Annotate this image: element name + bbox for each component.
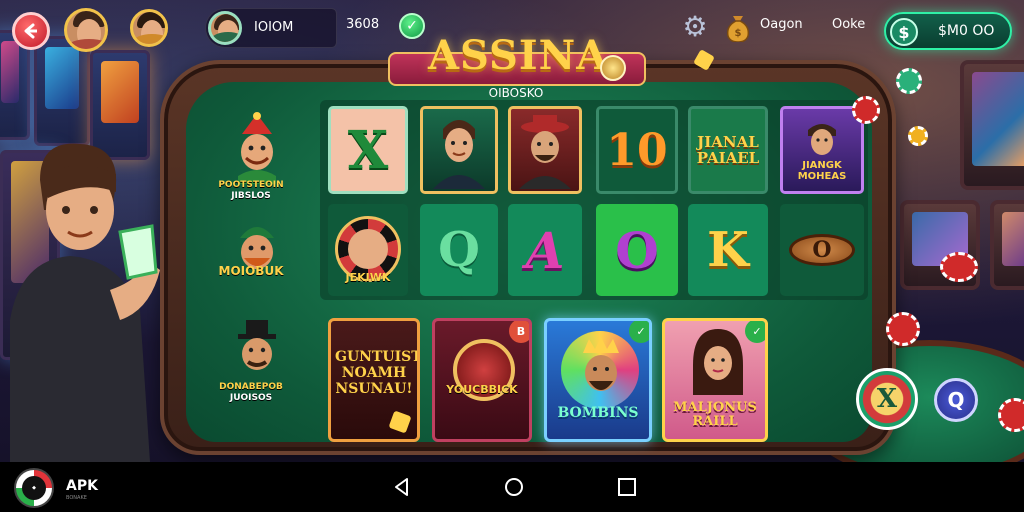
money-bag-icon[interactable]: $ — [724, 10, 752, 42]
poker-chip-icon — [852, 96, 880, 124]
back-arrow-icon — [24, 23, 37, 39]
badge-icon: ✓ — [745, 321, 765, 343]
avatar[interactable] — [130, 9, 168, 47]
poker-chip-icon — [998, 398, 1024, 432]
avatar — [208, 11, 242, 45]
character-sublabel: JUOISOS — [229, 393, 273, 403]
reel-tile-portrait[interactable] — [420, 106, 498, 194]
apk-logo-icon: ◆ — [14, 468, 54, 508]
arcade-machine — [960, 60, 1024, 190]
reel-tile[interactable]: Q — [420, 204, 498, 296]
reel-tile-roulette[interactable]: JEKIWK — [328, 204, 408, 296]
stats-label[interactable]: Ooke — [832, 17, 865, 32]
balance-button[interactable]: $ $M0 OO — [884, 12, 1012, 50]
reel-tile[interactable]: O — [780, 204, 864, 296]
brand-text: APK — [66, 478, 98, 494]
android-nav-bar: ◆ APK BONAKE — [0, 462, 1024, 512]
poker-chip-icon — [886, 312, 920, 346]
nav-recents-icon[interactable] — [615, 475, 639, 499]
back-button[interactable] — [12, 12, 50, 50]
character-jester[interactable] — [222, 112, 292, 184]
gear-icon[interactable]: ⚙ — [680, 12, 710, 42]
game-card-youcbbick[interactable]: YOUCBBICK B — [432, 318, 532, 442]
game-scene: ASSINA OIBOSKO POOTSTEOIN JIBSLOS MOIOBU… — [0, 0, 1024, 462]
top-bar: IOIOM 3608 ✓ ⚙ $ Oagon Ooke $ $M0 OO — [0, 0, 1024, 60]
roulette-chip-q[interactable]: Q — [934, 378, 978, 422]
bonus-label[interactable]: Oagon — [760, 17, 803, 32]
character-sublabel: JIBSLOS — [231, 191, 271, 201]
badge-icon: B — [509, 321, 529, 343]
reel-tile[interactable]: X — [328, 106, 408, 194]
character-label: DONABEPOB — [219, 382, 283, 392]
player-name: IOIOM — [254, 20, 294, 35]
game-card-bombins[interactable]: BOMBINS ✓ — [544, 318, 652, 442]
boy-character — [10, 143, 160, 462]
reel-tile[interactable]: A — [508, 204, 582, 296]
check-icon[interactable]: ✓ — [399, 13, 425, 39]
score-value: 3608 — [346, 17, 380, 32]
arcade-machine — [990, 200, 1024, 290]
nav-home-icon[interactable] — [502, 475, 526, 499]
poker-chip-icon — [908, 126, 928, 146]
character-label: POOTSTEOIN — [218, 180, 284, 190]
poker-chip-icon — [891, 63, 927, 99]
reel-tile[interactable]: JIANGK MOHEAS — [780, 106, 864, 194]
character-label: MOIOBUK — [218, 264, 284, 278]
balance-value: $M0 OO — [938, 23, 995, 39]
game-card-guntuist[interactable]: GUNTUIST NOAMH NSUNAU! — [328, 318, 420, 442]
reel-tile[interactable]: O — [596, 204, 678, 296]
badge-icon: ✓ — [629, 321, 649, 343]
avatar[interactable] — [64, 8, 108, 52]
brand-subtext: BONAKE — [66, 495, 87, 501]
game-subtitle: OIBOSKO — [488, 86, 544, 100]
reel-tile-portrait[interactable] — [508, 106, 582, 194]
poker-chip-icon — [940, 252, 978, 282]
dollar-icon: $ — [890, 18, 918, 46]
svg-text:$: $ — [735, 28, 742, 39]
player-info[interactable]: IOIOM — [205, 8, 337, 48]
character-gentleman[interactable] — [222, 314, 292, 386]
game-card-maljonus[interactable]: MALJONUS RAILL ✓ — [662, 318, 768, 442]
reel-tile[interactable]: K — [688, 204, 768, 296]
roulette-chip-x[interactable]: X — [856, 368, 918, 430]
nav-back-icon[interactable] — [390, 475, 414, 499]
reel-tile[interactable]: 10 — [596, 106, 678, 194]
reel-tile[interactable]: JIANAL PAIAEL — [688, 106, 768, 194]
